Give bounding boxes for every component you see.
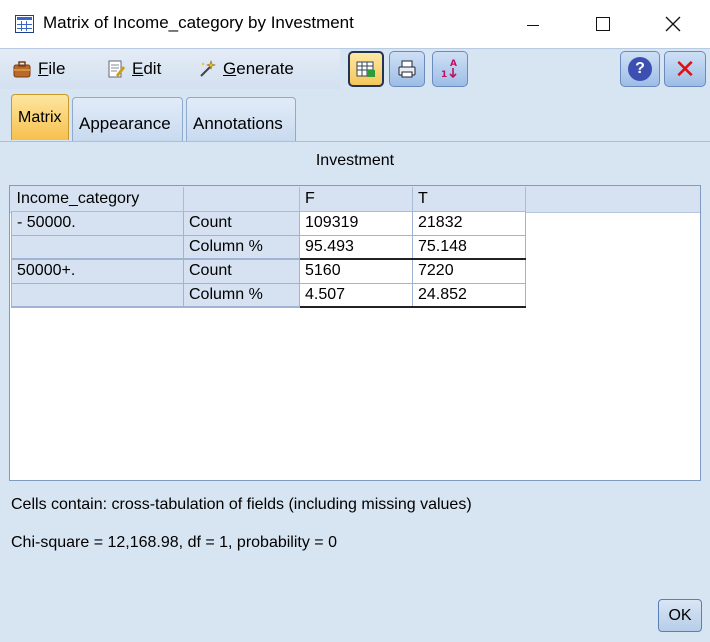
tab-appearance-label: Appearance — [79, 113, 171, 133]
chi-square-result: Chi-square = 12,168.98, df = 1, probabil… — [11, 534, 337, 551]
cell-t[interactable]: 24.852 — [412, 282, 526, 308]
cell-f[interactable]: 4.507 — [299, 282, 413, 308]
table-row: Column % 4.507 24.852 — [11, 282, 526, 308]
row-category: - 50000. — [11, 210, 184, 236]
toolbar: File Edit Generate A1 ? ✕ — [0, 48, 710, 90]
table-app-icon — [15, 15, 34, 33]
ok-button[interactable]: OK — [658, 599, 702, 632]
magic-wand-icon — [197, 59, 217, 79]
matrix-table-area[interactable]: Income_category F T - 50000. Count 10931… — [9, 185, 701, 481]
cell-f[interactable]: 109319 — [299, 210, 413, 236]
svg-text:A: A — [450, 59, 457, 69]
maximize-icon — [596, 17, 610, 31]
generate-menu-label: Generate — [223, 59, 294, 78]
close-dialog-button[interactable]: ✕ — [664, 51, 706, 87]
table-export-icon — [356, 61, 375, 77]
edit-menu-label: Edit — [132, 59, 162, 78]
tab-appearance[interactable]: Appearance — [72, 97, 183, 141]
print-icon — [398, 60, 416, 78]
sort-icon: A1 — [441, 59, 457, 80]
print-button[interactable] — [389, 51, 425, 87]
table-row: Column % 95.493 75.148 — [11, 234, 526, 260]
row-category: 50000+. — [11, 258, 184, 284]
header-income-category: Income_category — [11, 187, 184, 212]
close-red-icon: ✕ — [674, 54, 696, 84]
row-stat: Column % — [183, 234, 300, 260]
minimize-button[interactable] — [510, 0, 556, 48]
cell-t[interactable]: 7220 — [412, 258, 526, 284]
table-header-row: Income_category F T — [11, 187, 526, 212]
window-close-button[interactable] — [650, 0, 696, 48]
cell-f[interactable]: 95.493 — [299, 234, 413, 260]
cell-f[interactable]: 5160 — [299, 258, 413, 284]
table-row: 50000+. Count 5160 7220 — [11, 258, 526, 284]
tab-annotations[interactable]: Annotations — [186, 97, 296, 141]
header-f: F — [299, 187, 413, 212]
file-menu-label: File — [38, 59, 66, 78]
tab-annotations-label: Annotations — [193, 113, 283, 133]
column-field-title: Investment — [315, 152, 395, 169]
generate-menu[interactable]: Generate — [197, 58, 294, 80]
tab-strip: Matrix Appearance Annotations — [0, 90, 710, 141]
edit-document-icon — [106, 59, 126, 79]
sort-button[interactable]: A1 — [432, 51, 468, 87]
export-table-button[interactable] — [348, 51, 384, 87]
header-t: T — [412, 187, 526, 212]
row-stat: Count — [183, 258, 300, 284]
row-category — [11, 234, 184, 260]
header-stat — [183, 187, 300, 212]
matrix-panel: Investment Income_category F T - 50000. … — [0, 141, 710, 642]
title-bar: Matrix of Income_category by Investment — [0, 0, 710, 48]
row-category — [11, 282, 184, 308]
table-row: - 50000. Count 109319 21832 — [11, 210, 526, 236]
file-menu[interactable]: File — [12, 58, 65, 80]
help-button[interactable]: ? — [620, 51, 660, 87]
briefcase-icon — [12, 59, 32, 79]
cell-t[interactable]: 21832 — [412, 210, 526, 236]
tab-matrix[interactable]: Matrix — [11, 94, 69, 140]
row-stat: Count — [183, 210, 300, 236]
help-icon: ? — [628, 57, 652, 81]
menu-bar: File Edit Generate — [0, 49, 340, 89]
matrix-table: Income_category F T - 50000. Count 10931… — [11, 187, 526, 308]
svg-text:1: 1 — [441, 70, 447, 80]
maximize-button[interactable] — [580, 0, 626, 48]
edit-menu[interactable]: Edit — [106, 58, 161, 80]
minimize-icon — [527, 24, 539, 26]
cells-contain-note: Cells contain: cross-tabulation of field… — [11, 496, 472, 513]
close-icon — [665, 16, 681, 32]
tab-matrix-label: Matrix — [18, 108, 62, 126]
row-stat: Column % — [183, 282, 300, 308]
window-title: Matrix of Income_category by Investment — [43, 13, 354, 32]
cell-t[interactable]: 75.148 — [412, 234, 526, 260]
